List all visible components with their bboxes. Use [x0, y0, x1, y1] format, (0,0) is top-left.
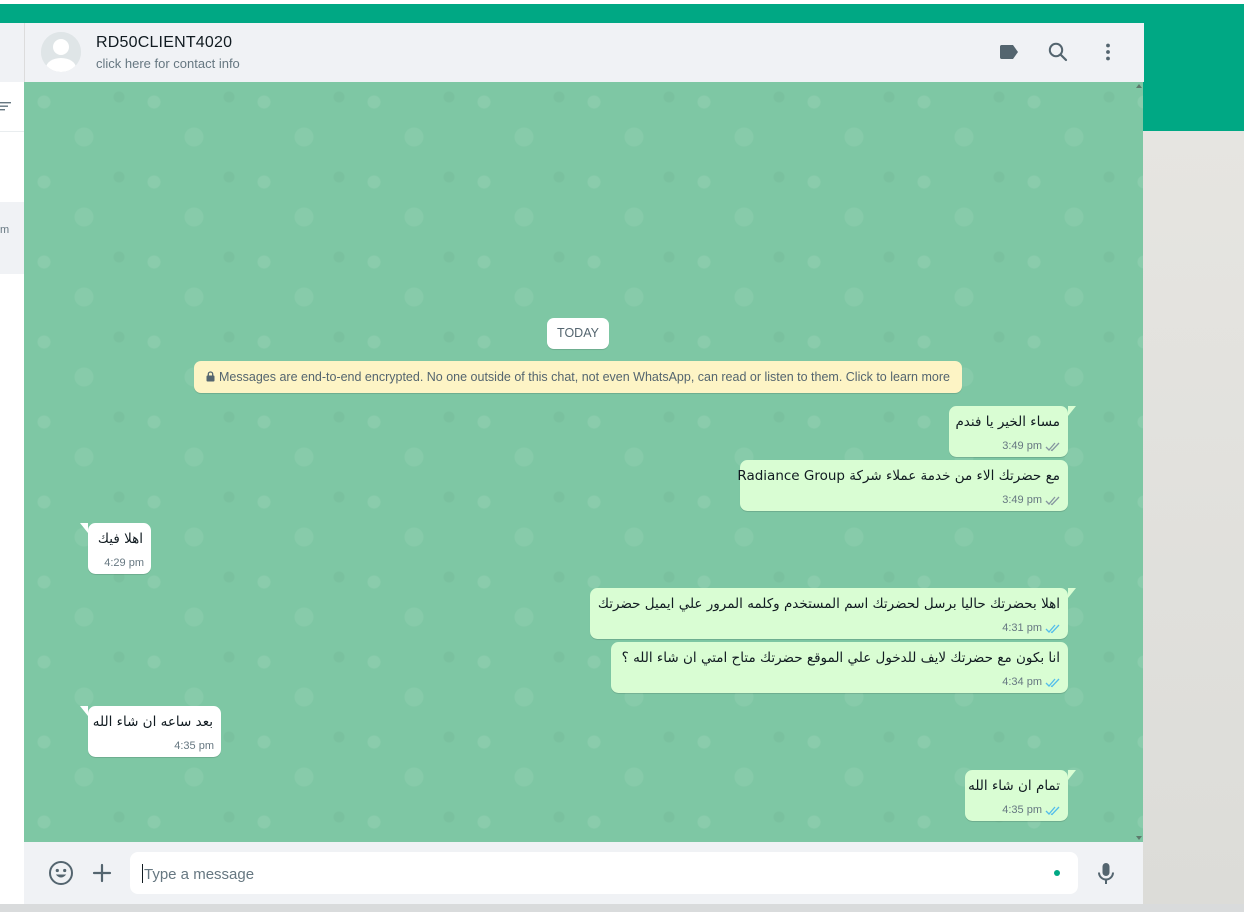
message-text: بعد ساعه ان شاء الله: [92, 714, 213, 730]
compose-bar: [24, 842, 1143, 904]
chat-list-item-selected[interactable]: m: [0, 202, 24, 274]
app-background-bottom: [0, 904, 1244, 912]
contact-name[interactable]: RD50CLIENT4020: [96, 34, 232, 52]
message-time: 4:35 pm: [174, 740, 214, 752]
filter-icon[interactable]: [0, 100, 12, 112]
conversation-pane: RD50CLIENT4020 click here for contact in…: [24, 23, 1144, 904]
message-input[interactable]: [142, 852, 1046, 896]
message-text: اهلا فيك: [97, 531, 143, 547]
message-text: اهلا بحضرتك حاليا برسل لحضرتك اسم المستخ…: [597, 596, 1060, 612]
double-tick-read-icon: [1045, 806, 1060, 815]
message-meta: 4:35 pm: [1002, 804, 1061, 816]
message-bubble-outgoing[interactable]: مساء الخير يا فندم 3:49 pm: [949, 406, 1076, 457]
message-bubble-outgoing[interactable]: اهلا بحضرتك حاليا برسل لحضرتك اسم المستخ…: [590, 588, 1076, 639]
message-meta: 4:31 pm: [1002, 622, 1061, 634]
message-time: 4:35 pm: [1002, 804, 1042, 816]
bubble-tail: [1068, 770, 1076, 780]
search-icon[interactable]: [1046, 40, 1070, 64]
message-meta: 4:34 pm: [1002, 676, 1061, 688]
scroll-up-arrow-icon[interactable]: [1136, 84, 1142, 88]
chat-list-header: [0, 23, 24, 82]
chat-list-item-fragment: m: [0, 224, 10, 236]
encryption-notice[interactable]: Messages are end-to-end encrypted. No on…: [194, 361, 962, 393]
emoji-icon[interactable]: [47, 859, 75, 887]
lock-icon: [206, 371, 215, 382]
default-avatar-icon[interactable]: [41, 32, 81, 72]
app-background-right: [1143, 131, 1244, 912]
message-list[interactable]: TODAY Messages are end-to-end encrypted.…: [24, 82, 1143, 842]
message-bubble-outgoing[interactable]: انا بكون مع حضرتك لايف للدخول علي الموقع…: [611, 642, 1068, 693]
status-dot: [1054, 870, 1060, 876]
contact-info-hint[interactable]: click here for contact info: [96, 56, 240, 71]
message-bubble-incoming[interactable]: اهلا فيك 4:29 pm: [80, 523, 151, 574]
message-text: تمام ان شاء الله: [968, 778, 1060, 794]
scroll-down-arrow-icon[interactable]: [1136, 836, 1142, 840]
message-time: 3:49 pm: [1002, 494, 1042, 506]
conversation-header[interactable]: RD50CLIENT4020 click here for contact in…: [24, 23, 1144, 82]
double-tick-read-icon: [1045, 678, 1060, 687]
chat-list-pane: m: [0, 23, 25, 904]
message-time: 4:34 pm: [1002, 676, 1042, 688]
message-list-scrollbar[interactable]: [1135, 82, 1143, 842]
message-bubble-incoming[interactable]: بعد ساعه ان شاء الله 4:35 pm: [80, 706, 221, 757]
kebab-menu-icon[interactable]: [1096, 40, 1120, 64]
message-text: مع حضرتك الاء من خدمة عملاء شركة Radianc…: [737, 468, 1060, 484]
message-text: انا بكون مع حضرتك لايف للدخول علي الموقع…: [621, 650, 1060, 666]
message-text: مساء الخير يا فندم: [955, 414, 1060, 430]
double-tick-icon: [1045, 496, 1060, 505]
microphone-icon[interactable]: [1092, 859, 1120, 887]
chat-list-divider: [0, 131, 24, 132]
message-input-container[interactable]: [130, 852, 1078, 896]
message-meta: 4:29 pm: [104, 557, 144, 569]
browser-edge: [0, 0, 1244, 4]
encryption-notice-text: Messages are end-to-end encrypted. No on…: [219, 370, 950, 384]
plus-icon[interactable]: [88, 859, 116, 887]
message-bubble-outgoing[interactable]: تمام ان شاء الله 4:35 pm: [965, 770, 1076, 821]
message-time: 3:49 pm: [1002, 440, 1042, 452]
date-chip: TODAY: [547, 318, 609, 349]
message-bubble-outgoing[interactable]: مع حضرتك الاء من خدمة عملاء شركة Radianc…: [737, 460, 1068, 511]
message-meta: 3:49 pm: [1002, 494, 1061, 506]
message-meta: 4:35 pm: [174, 740, 214, 752]
message-time: 4:29 pm: [104, 557, 144, 569]
bubble-tail: [80, 523, 88, 533]
bubble-tail: [1068, 406, 1076, 416]
label-tag-icon[interactable]: [997, 40, 1021, 64]
message-meta: 3:49 pm: [1002, 440, 1061, 452]
double-tick-icon: [1045, 442, 1060, 451]
message-time: 4:31 pm: [1002, 622, 1042, 634]
bubble-tail: [80, 706, 88, 716]
double-tick-read-icon: [1045, 624, 1060, 633]
bubble-tail: [1068, 588, 1076, 598]
